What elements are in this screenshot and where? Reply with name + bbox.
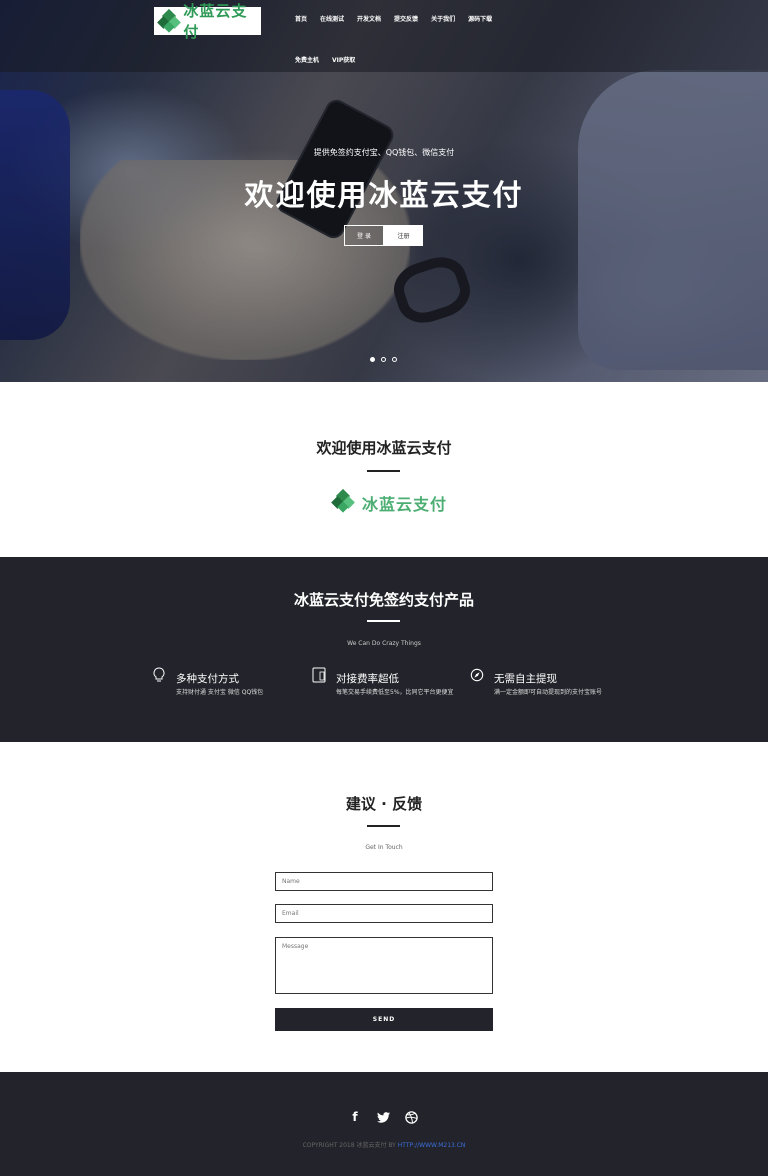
- welcome-title: 欢迎使用冰蓝云支付: [316, 439, 452, 457]
- hero-title: 欢迎使用冰蓝云支付: [244, 178, 524, 212]
- hero-actions: 登 录 注册: [344, 225, 423, 246]
- compass-icon: [470, 668, 484, 682]
- register-button[interactable]: 注册: [384, 225, 423, 246]
- login-button[interactable]: 登 录: [344, 225, 384, 246]
- hero-subtitle: 提供免签约支付宝、QQ钱包、微信支付: [313, 148, 455, 157]
- products-section: 冰蓝云支付免签约支付产品 We Can Do Crazy Things 多种支付…: [0, 557, 768, 742]
- feature-title: 无需自主提现: [494, 673, 557, 685]
- top-navbar: 冰蓝云支付 首页 在线测试 开发文档 提交反馈 关于我们 源码下载 免费主机 V…: [0, 0, 768, 72]
- nav-item-home[interactable]: 首页: [295, 14, 307, 23]
- copyright-text: COPYRIGHT 2018 冰蓝云支付 BY: [302, 1142, 396, 1149]
- site-logo[interactable]: 冰蓝云支付: [154, 2, 261, 41]
- nav-item-feedback[interactable]: 提交反馈: [394, 14, 418, 23]
- footer-site-link[interactable]: HTTP://WWW.M213.CN: [398, 1142, 466, 1149]
- mobile-icon: [312, 667, 326, 683]
- facebook-icon[interactable]: f: [348, 1110, 362, 1124]
- send-button[interactable]: SEND: [275, 1008, 493, 1031]
- main-nav: 首页 在线测试 开发文档 提交反馈 关于我们 源码下载 免费主机 VIP获取: [295, 14, 505, 64]
- logo-text: 冰蓝云支付: [362, 495, 448, 514]
- email-input[interactable]: [275, 904, 493, 923]
- lightbulb-icon: [153, 667, 165, 682]
- feedback-section: 建议 · 反馈 Get In Touch SEND: [0, 742, 768, 1072]
- logo-text: 冰蓝云支付: [183, 2, 248, 41]
- social-links: f: [348, 1110, 418, 1124]
- message-textarea[interactable]: [275, 937, 493, 994]
- carousel-dot[interactable]: [381, 357, 386, 362]
- section-divider: [367, 825, 400, 827]
- feedback-title: 建议 · 反馈: [345, 795, 423, 813]
- copyright: COPYRIGHT 2018 冰蓝云支付 BY HTTP://WWW.M213.…: [0, 1140, 768, 1149]
- hero-banner: 冰蓝云支付 首页 在线测试 开发文档 提交反馈 关于我们 源码下载 免费主机 V…: [0, 0, 768, 382]
- feature-desc: 支持财付通 支付宝 微信 QQ钱包: [176, 689, 264, 696]
- feature-desc: 每笔交易手续费低至5%，比同它平台更便宜: [336, 689, 454, 696]
- feature-title: 多种支付方式: [176, 673, 239, 685]
- page: 冰蓝云支付 首页 在线测试 开发文档 提交反馈 关于我们 源码下载 免费主机 V…: [0, 0, 768, 1176]
- welcome-section: 欢迎使用冰蓝云支付 冰蓝云支付: [0, 382, 768, 557]
- footer: f COPYRIGHT 2018 冰蓝云支付 BY HTTP://WWW.M21…: [0, 1072, 768, 1176]
- dribbble-icon[interactable]: [404, 1110, 418, 1124]
- products-title: 冰蓝云支付免签约支付产品: [293, 591, 474, 609]
- nav-item-online-test[interactable]: 在线测试: [320, 14, 344, 23]
- feature-desc: 满一定金额即可自动提现到的支付宝账号: [494, 689, 603, 696]
- nav-item-vip[interactable]: VIP获取: [332, 55, 355, 64]
- nav-item-source-download[interactable]: 源码下载: [468, 14, 492, 23]
- products-subtitle: We Can Do Crazy Things: [347, 640, 421, 647]
- nav-item-docs[interactable]: 开发文档: [357, 14, 381, 23]
- feature-title: 对接费率超低: [336, 673, 399, 685]
- section-divider: [367, 620, 400, 622]
- nav-item-about[interactable]: 关于我们: [431, 14, 455, 23]
- section-divider: [367, 470, 400, 472]
- carousel-indicators: [370, 357, 397, 362]
- carousel-dot[interactable]: [392, 357, 397, 362]
- logo-diamond-icon: [331, 488, 358, 516]
- nav-item-free-host[interactable]: 免费主机: [295, 55, 319, 64]
- carousel-dot[interactable]: [370, 357, 375, 362]
- twitter-icon[interactable]: [376, 1110, 390, 1124]
- feedback-subtitle: Get In Touch: [365, 844, 403, 851]
- logo-diamond-icon: [157, 8, 181, 33]
- name-input[interactable]: [275, 872, 493, 891]
- welcome-logo: 冰蓝云支付: [331, 488, 448, 516]
